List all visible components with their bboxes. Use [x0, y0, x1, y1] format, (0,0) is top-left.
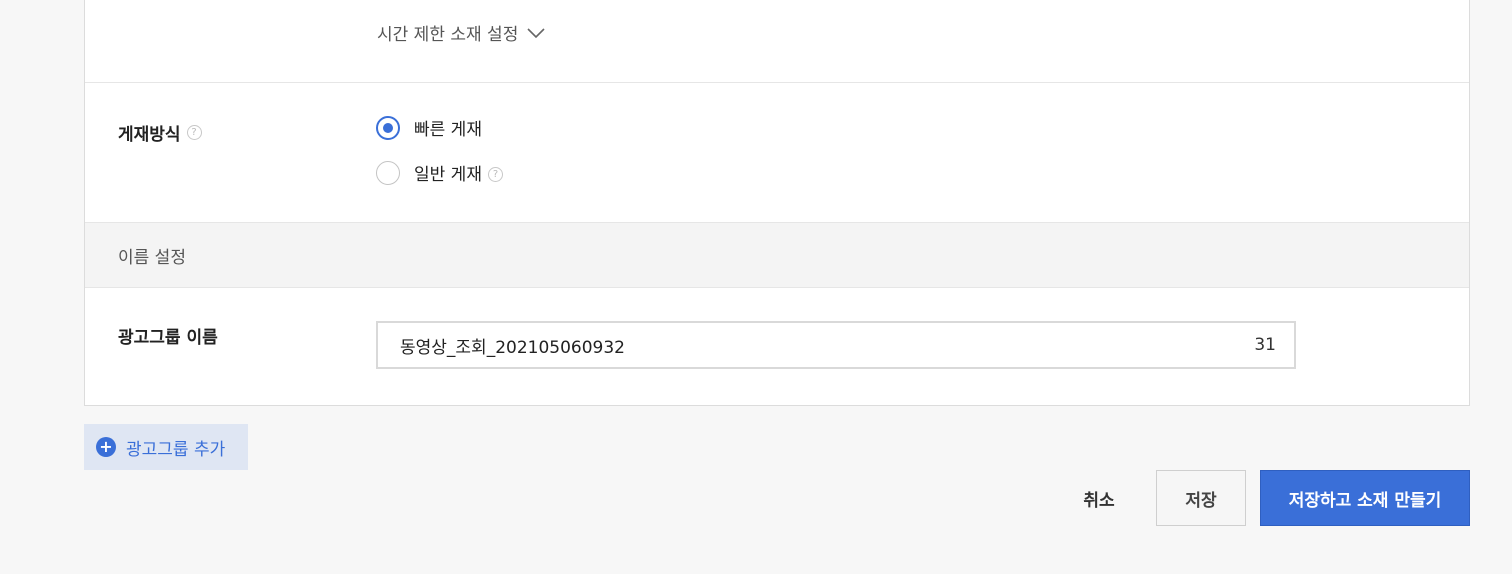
save-and-create-creative-button[interactable]: 저장하고 소재 만들기 — [1260, 470, 1470, 526]
character-counter: 31 — [1254, 335, 1276, 355]
time-limit-row: 시간 제한 소재 설정 — [85, 0, 1469, 83]
name-settings-section-header: 이름 설정 — [85, 223, 1469, 288]
delivery-method-row: 게재방식 ? 빠른 게재 일반 게재 ? — [85, 83, 1469, 223]
ad-group-name-value: 동영상_조회_202105060932 — [400, 337, 625, 358]
add-ad-group-button[interactable]: + 광고그룹 추가 — [84, 424, 248, 470]
ad-group-name-row: 광고그룹 이름 동영상_조회_202105060932 31 — [85, 288, 1469, 405]
radio-option-normal[interactable]: 일반 게재 ? — [376, 160, 503, 185]
save-button[interactable]: 저장 — [1156, 470, 1246, 526]
help-icon[interactable]: ? — [487, 167, 503, 182]
ad-group-name-label: 광고그룹 이름 — [118, 328, 218, 348]
ad-group-name-input[interactable]: 동영상_조회_202105060932 31 — [376, 321, 1296, 369]
add-ad-group-label: 광고그룹 추가 — [126, 439, 226, 460]
radio-button-selected[interactable] — [376, 115, 400, 140]
help-icon[interactable]: ? — [186, 125, 202, 140]
delivery-method-label: 게재방식 ? — [118, 120, 202, 145]
chevron-down-icon — [527, 27, 545, 38]
ad-group-settings-panel: 시간 제한 소재 설정 게재방식 ? 빠른 게재 일반 게재 ? 이름 설정 광… — [84, 0, 1470, 406]
plus-circle-icon: + — [96, 437, 116, 457]
radio-button[interactable] — [376, 160, 400, 185]
time-limit-toggle[interactable]: 시간 제한 소재 설정 — [377, 20, 546, 45]
radio-option-fast[interactable]: 빠른 게재 — [376, 115, 482, 140]
section-title: 이름 설정 — [118, 248, 186, 268]
time-limit-label: 시간 제한 소재 설정 — [377, 25, 519, 45]
cancel-button[interactable]: 취소 — [1060, 470, 1138, 526]
radio-option-normal-label: 일반 게재 — [414, 165, 482, 185]
radio-option-fast-label: 빠른 게재 — [414, 120, 482, 140]
delivery-method-label-text: 게재방식 — [118, 125, 181, 145]
